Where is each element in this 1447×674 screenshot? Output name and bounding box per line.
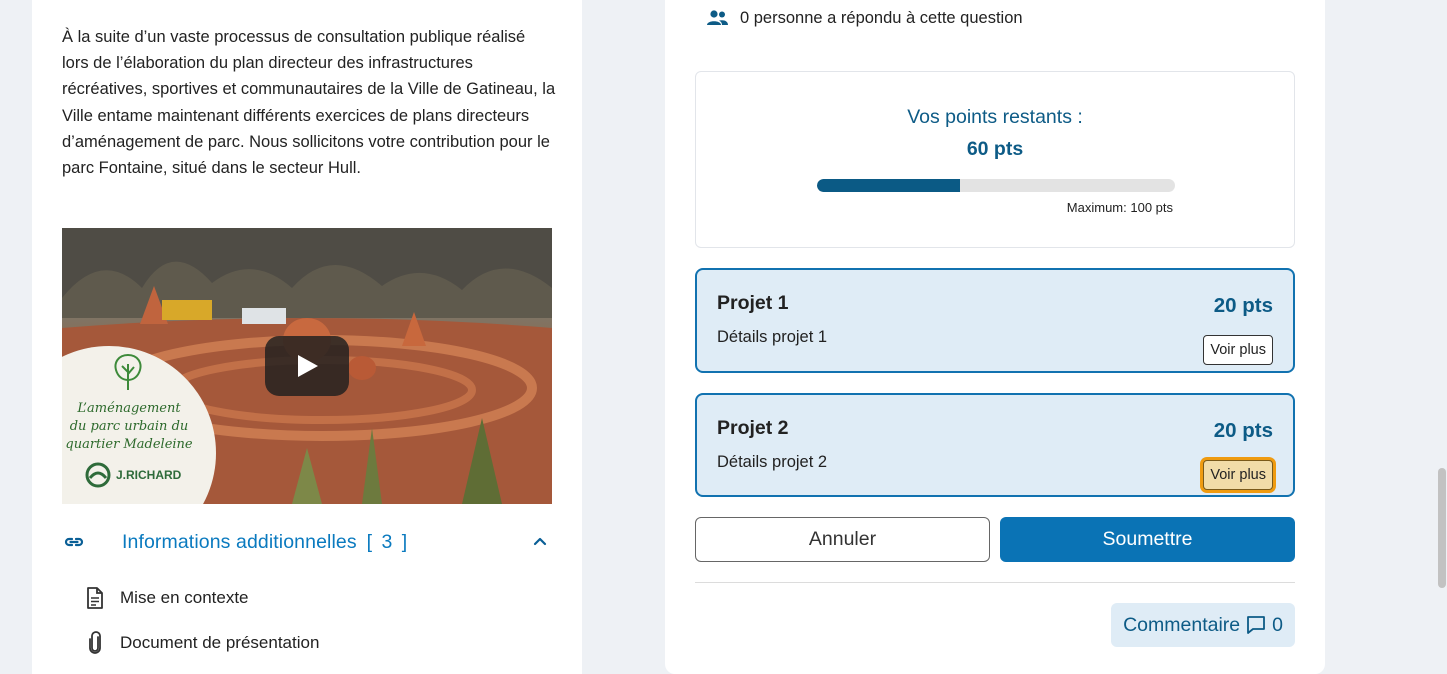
intro-text: À la suite d’un vaste processus de consu… [62,28,556,178]
comment-label: Commentaire [1123,613,1241,636]
badge-line-1: L’aménagement [77,401,181,416]
project-details: Détails projet 1 [717,328,828,346]
points-label: Vos points restants : [907,106,1083,128]
video-badge-text: L’aménagement du parc urbain du quartier… [62,400,196,454]
see-more-button[interactable]: Voir plus [1203,460,1273,490]
project-details: Détails projet 2 [717,453,828,471]
video-player[interactable]: L’aménagement du parc urbain du quartier… [62,228,552,504]
tree-logo-icon [114,353,142,390]
play-button[interactable] [265,336,349,396]
submit-button[interactable]: Soumettre [1000,517,1295,562]
project-title: Projet 1 [717,292,789,314]
badge-line-3: quartier Madeleine [65,437,193,452]
respondents-info: 0 personne a répondu à cette question [705,6,1023,30]
points-progress-bar [817,179,1175,192]
left-panel: À la suite d’un vaste processus de consu… [32,0,582,674]
project-points: 20 pts [1213,419,1273,442]
comment-count: 0 [1272,613,1283,636]
additional-info-title: Informations additionnelles [122,530,357,553]
project-card-1[interactable]: Projet 1 20 pts Détails projet 1 Voir pl… [695,268,1295,373]
question-panel: 0 personne a répondu à cette question Vo… [665,0,1325,674]
info-item-context[interactable]: Mise en contexte [84,586,249,610]
respondents-text: 0 personne a répondu à cette question [740,8,1023,27]
comment-icon [1247,616,1266,634]
brand-name: J.RICHARD [116,468,182,482]
additional-info-toggle[interactable]: Informations additionnelles [ 3 ] [62,528,552,556]
link-icon [64,537,84,547]
project-title: Projet 2 [717,417,789,439]
additional-info-count: [ 3 ] [366,530,410,553]
info-item-presentation[interactable]: Document de présentation [84,631,319,655]
brand-logo-icon [85,462,111,488]
see-more-button[interactable]: Voir plus [1203,335,1273,365]
info-item-label: Mise en contexte [120,588,249,607]
scrollbar-thumb[interactable] [1438,468,1446,588]
comment-button[interactable]: Commentaire 0 [1111,603,1295,647]
points-max: Maximum: 100 pts [1066,200,1173,215]
play-icon [298,355,318,377]
badge-line-2: du parc urbain du [69,419,189,434]
points-progress-fill [817,179,961,192]
paperclip-icon [84,631,106,654]
info-item-label: Document de présentation [120,633,320,652]
cancel-button[interactable]: Annuler [695,517,990,562]
document-icon [84,587,106,609]
project-card-2[interactable]: Projet 2 20 pts Détails projet 2 Voir pl… [695,393,1295,497]
points-summary: Vos points restants : 60 pts Maximum: 10… [695,71,1295,248]
project-points: 20 pts [1213,294,1273,317]
brand-logo: J.RICHARD [84,462,181,488]
divider [695,582,1295,583]
people-icon [705,8,729,28]
points-value: 60 pts [966,138,1024,160]
chevron-up-icon[interactable] [530,532,550,552]
